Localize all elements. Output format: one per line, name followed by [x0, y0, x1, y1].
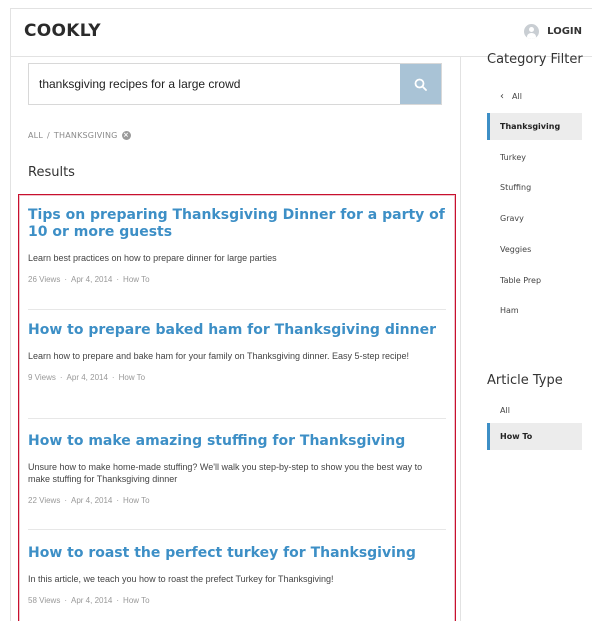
login-label: LOGIN: [547, 26, 582, 37]
category-filter-heading: Category Filter: [487, 52, 583, 67]
result-item: How to make amazing stuffing for Thanksg…: [28, 433, 446, 530]
result-views: 22 Views: [28, 496, 61, 505]
app-logo[interactable]: COOKLY: [24, 21, 101, 41]
search-button[interactable]: [400, 64, 441, 104]
result-title-link[interactable]: How to roast the perfect turkey for Than…: [28, 545, 446, 562]
breadcrumb-all[interactable]: ALL: [28, 131, 43, 140]
result-meta: 26 Views · Apr 4, 2014 · How To: [28, 275, 150, 284]
result-description: Unsure how to make home-made stuffing? W…: [28, 462, 423, 484]
result-item: How to roast the perfect turkey for Than…: [28, 545, 446, 621]
category-back-label: All: [512, 92, 522, 101]
category-item-turkey[interactable]: Turkey: [487, 144, 582, 171]
result-meta: 22 Views · Apr 4, 2014 · How To: [28, 496, 150, 505]
result-description: In this article, we teach you how to roa…: [28, 574, 334, 584]
result-description: Learn how to prepare and bake ham for yo…: [28, 351, 410, 361]
category-item-gravy[interactable]: Gravy: [487, 205, 582, 232]
result-views: 9 Views: [28, 373, 56, 382]
search-input[interactable]: [29, 64, 401, 104]
result-views: 26 Views: [28, 275, 61, 284]
result-meta: 9 Views · Apr 4, 2014 · How To: [28, 373, 146, 382]
breadcrumb: ALL / THANKSGIVING ×: [28, 131, 131, 140]
category-item-stuffing[interactable]: Stuffing: [487, 174, 582, 201]
results-list: Tips on preparing Thanksgiving Dinner fo…: [18, 194, 456, 621]
top-header: COOKLY LOGIN: [10, 8, 592, 57]
result-views: 58 Views: [28, 596, 61, 605]
result-category[interactable]: How To: [123, 596, 150, 605]
article-type-all[interactable]: All: [487, 397, 582, 424]
article-type-heading: Article Type: [487, 373, 563, 388]
result-title-link[interactable]: How to make amazing stuffing for Thanksg…: [28, 433, 446, 450]
result-title-link[interactable]: Tips on preparing Thanksgiving Dinner fo…: [28, 207, 446, 241]
chevron-left-icon: ‹: [500, 91, 504, 102]
result-date: Apr 4, 2014: [71, 275, 113, 284]
filter-sidebar: Category Filter ‹ All Thanksgiving Turkey…: [487, 52, 592, 450]
result-item: Tips on preparing Thanksgiving Dinner fo…: [28, 207, 446, 310]
result-description: Learn best practices on how to prepare d…: [28, 253, 277, 263]
category-item-ham[interactable]: Ham: [487, 297, 582, 324]
article-type-how-to[interactable]: How To: [487, 423, 582, 450]
user-icon: [524, 24, 540, 39]
result-date: Apr 4, 2014: [71, 496, 113, 505]
login-button[interactable]: LOGIN: [524, 24, 582, 39]
result-category[interactable]: How To: [123, 275, 150, 284]
result-category[interactable]: How To: [119, 373, 146, 382]
category-item-thanksgiving[interactable]: Thanksgiving: [487, 113, 582, 140]
category-item-veggies[interactable]: Veggies: [487, 236, 582, 263]
breadcrumb-separator: /: [47, 131, 50, 140]
result-item: How to prepare baked ham for Thanksgivin…: [28, 322, 446, 419]
remove-filter-icon[interactable]: ×: [121, 131, 131, 140]
breadcrumb-current: THANKSGIVING: [53, 131, 118, 140]
category-item-table-prep[interactable]: Table Prep: [487, 267, 582, 294]
result-date: Apr 4, 2014: [66, 373, 108, 382]
search-bar: [28, 63, 442, 105]
results-heading: Results: [28, 165, 75, 180]
main-content: ALL / THANKSGIVING × Results Tips on pre…: [10, 57, 461, 621]
category-back-all[interactable]: ‹ All: [487, 83, 582, 110]
result-title-link[interactable]: How to prepare baked ham for Thanksgivin…: [28, 322, 446, 339]
search-icon: [414, 78, 427, 91]
result-meta: 58 Views · Apr 4, 2014 · How To: [28, 596, 150, 605]
result-category[interactable]: How To: [123, 496, 150, 505]
result-date: Apr 4, 2014: [71, 596, 113, 605]
